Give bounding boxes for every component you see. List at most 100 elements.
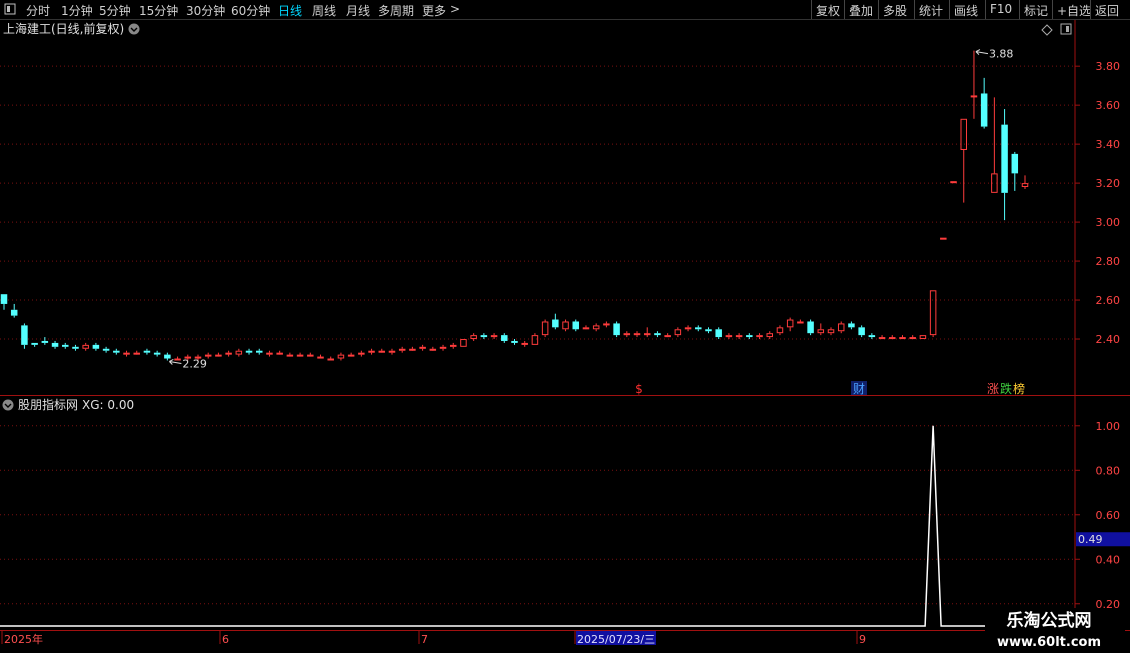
candle [378,348,386,353]
event-marker[interactable]: 榜 [1013,381,1025,396]
period-tab-2[interactable]: 5分钟 [99,2,131,19]
candle [613,321,620,338]
period-tab-0[interactable]: 分时 [26,2,50,19]
period-tab-8[interactable]: 月线 [346,2,370,19]
event-marker[interactable]: 涨 [987,381,999,396]
candle [286,352,294,357]
candle [276,350,283,355]
toolbar-button-8[interactable]: 返回 [1095,2,1119,19]
candle [889,335,896,340]
candle [552,313,559,330]
candle [674,327,682,338]
current-value-label: 0.49 [1078,533,1103,546]
candle [878,335,886,340]
candle [62,342,69,349]
candle [501,333,508,343]
period-tab-6[interactable]: 日线 [278,2,302,19]
candle [725,333,733,340]
chart-title: 上海建工(日线,前复权) [3,21,124,36]
candle [603,321,610,328]
diamond-icon[interactable] [1041,24,1053,36]
title-dropdown-icon[interactable] [128,23,140,35]
candle [368,348,375,355]
candle [929,290,937,338]
candle [490,333,498,340]
candle [41,337,49,345]
toolbar-separator [878,0,879,19]
candlestick-chart: 2.40 2.60 2.80 3.00 3.20 3.40 3.60 3.80 上海建工(日线,… [0,20,1130,396]
indicator-y-label: 0.80 [1096,464,1121,477]
candle [817,323,825,336]
candle [1001,109,1008,221]
y-tick-label: 3.60 [1096,99,1121,112]
candle [347,352,355,357]
y-tick-label: 3.20 [1096,177,1121,190]
candle [654,331,661,338]
event-marker[interactable]: $ [635,382,643,396]
more-chevron-icon[interactable]: > [450,2,460,16]
period-tab-1[interactable]: 1分钟 [61,2,93,19]
candle [31,342,38,347]
toolbar-button-0[interactable]: 复权 [816,2,840,19]
candle [940,237,947,240]
candle [102,346,110,353]
toolbar-button-4[interactable]: 画线 [954,2,978,19]
period-tab-5[interactable]: 60分钟 [231,2,270,19]
toolbar-button-3[interactable]: 统计 [919,2,943,19]
indicator-title[interactable]: 股朋指标网 [18,397,78,412]
event-marker[interactable]: 财 [853,382,865,396]
x-tick-label: 6 [222,633,229,646]
event-marker[interactable]: 跌 [1000,381,1012,396]
candle [1011,151,1019,191]
candle [409,346,416,351]
candle [776,325,784,336]
candle [684,325,692,332]
x-tick-label: 2025年 [4,632,43,646]
candle [51,340,59,349]
candle [0,294,8,310]
period-toolbar: 分时 1分钟 5分钟 15分钟 30分钟 60分钟 日线 周线 月线 多周期 更多 > 复权 叠加 多股 统计… [0,0,1130,20]
period-tab-3[interactable]: 15分钟 [139,2,178,19]
indicator-dropdown-icon[interactable] [2,399,14,411]
toolbar-button-6[interactable]: 标记 [1024,2,1048,19]
candle [317,354,324,359]
toolbar-separator [1052,0,1053,19]
candle [113,348,120,355]
panel-toggle-icon[interactable] [1060,23,1072,35]
candle [398,346,406,353]
period-tab-4[interactable]: 30分钟 [186,2,225,19]
candle [664,333,671,338]
candle [827,327,835,336]
candle [439,344,447,351]
toolbar-separator [1090,0,1091,19]
toolbar-button-2[interactable]: 多股 [883,2,907,19]
candle [705,327,712,334]
period-tab-10[interactable]: 更多 [422,2,446,19]
min-price-label: 2.29 [182,357,207,370]
watermark-line2: www.60lt.com [997,635,1101,650]
candle [858,325,865,338]
candle [92,342,100,351]
candle [327,356,334,361]
candle [358,350,365,357]
candle [633,331,641,338]
y-tick-label: 2.40 [1096,333,1121,346]
period-tab-9[interactable]: 多周期 [378,2,414,19]
candle [256,348,263,355]
candle [449,342,457,349]
toolbar-button-1[interactable]: 叠加 [849,2,873,19]
window-icon[interactable] [4,3,16,18]
candle [419,344,426,351]
watermark-line1: 乐淘公式网 [1007,610,1092,631]
indicator-y-label: 0.40 [1096,553,1121,566]
period-tab-7[interactable]: 周线 [312,2,336,19]
toolbar-button-7[interactable]: +自选 [1057,2,1091,19]
toolbar-button-5[interactable]: F10 [990,2,1012,16]
y-tick-label: 3.00 [1096,216,1121,229]
max-price-label: 3.88 [989,48,1014,61]
candle [511,339,518,345]
watermark: 乐淘公式网 www.60lt.com [985,608,1125,650]
y-tick-label: 3.40 [1096,138,1121,151]
candle [623,331,631,338]
candle [766,331,773,340]
